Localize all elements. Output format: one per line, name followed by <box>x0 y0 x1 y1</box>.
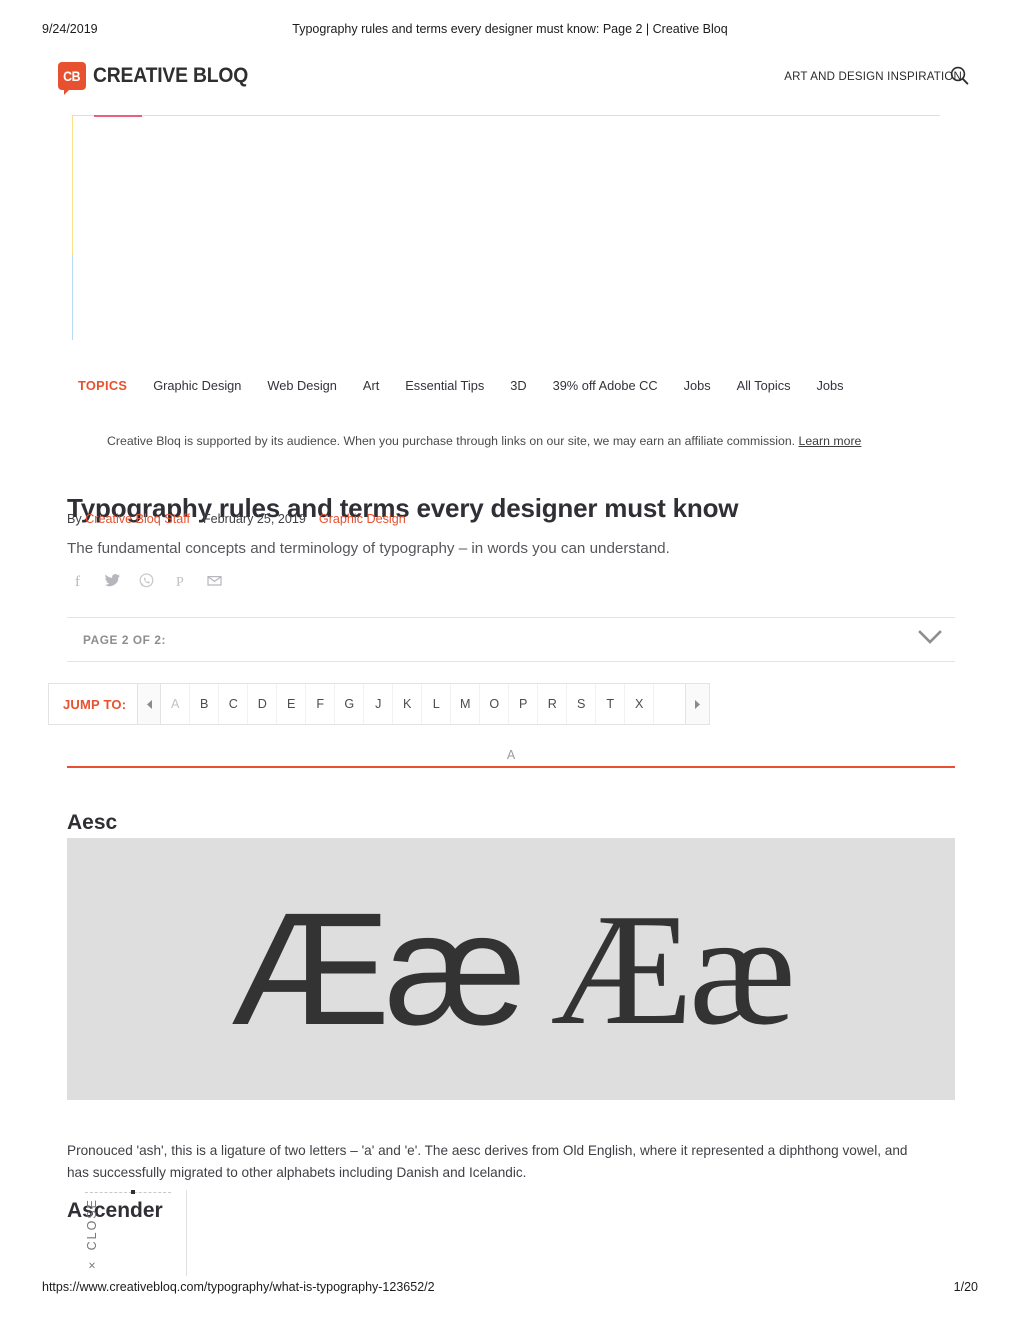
jump-to-letter-f[interactable]: F <box>306 684 336 724</box>
twitter-icon[interactable] <box>104 571 121 590</box>
jump-to-label: JUMP TO: <box>63 696 127 712</box>
ad-border-top <box>72 115 940 116</box>
affiliate-disclosure: Creative Bloq is supported by its audien… <box>107 434 861 448</box>
affiliate-learn-more-link[interactable]: Learn more <box>799 434 862 448</box>
page-selector-bar[interactable]: PAGE 2 OF 2: <box>67 617 955 662</box>
logo-wordmark: CREATIVE BLOQ <box>93 64 249 87</box>
topics-nav-item-art[interactable]: Art <box>363 378 379 393</box>
email-icon[interactable] <box>206 571 223 590</box>
svg-text:P: P <box>176 575 184 590</box>
topics-nav: TOPICS Graphic Design Web Design Art Ess… <box>78 378 870 393</box>
jump-to-letter-p[interactable]: P <box>509 684 539 724</box>
figure-glyph-sans: Ææ <box>230 879 526 1058</box>
term-figure-aesc: Ææ Ææ <box>67 838 955 1100</box>
print-page-number: 1/20 <box>953 1280 978 1294</box>
ad-border-left-lower <box>72 255 73 340</box>
term-body-aesc: Pronouced 'ash', this is a ligature of t… <box>67 1142 908 1180</box>
topics-nav-item-graphic-design[interactable]: Graphic Design <box>153 378 241 393</box>
facebook-icon[interactable]: f <box>70 571 87 590</box>
site-header: CB CREATIVE BLOQ ART AND DESIGN INSPIRAT… <box>0 58 1020 100</box>
overlay-dot <box>131 1190 135 1194</box>
pinterest-icon[interactable]: P <box>172 571 189 590</box>
jump-to-letter-e[interactable]: E <box>277 684 307 724</box>
topics-nav-item-essential-tips[interactable]: Essential Tips <box>405 378 484 393</box>
print-header: 9/24/2019 Typography rules and terms eve… <box>0 22 1020 40</box>
jump-to-letter-a[interactable]: A <box>161 684 191 724</box>
chevron-down-icon[interactable] <box>917 629 943 651</box>
section-rule <box>67 766 955 768</box>
ad-border-left-upper <box>72 115 73 255</box>
jump-to-letter-o[interactable]: O <box>480 684 510 724</box>
ad-border-accent <box>94 115 142 117</box>
byline-date: February 25, 2019 <box>202 512 306 526</box>
article-standfirst: The fundamental concepts and terminology… <box>67 540 670 557</box>
site-tagline: ART AND DESIGN INSPIRATION <box>784 71 962 83</box>
jump-to-letter-r[interactable]: R <box>538 684 568 724</box>
jump-to-letter-g[interactable]: G <box>335 684 365 724</box>
jump-to-letter-c[interactable]: C <box>219 684 249 724</box>
byline-category-link[interactable]: Graphic Design <box>319 512 406 526</box>
byline-prefix: By <box>67 512 82 526</box>
topics-nav-item-jobs-secondary[interactable]: Jobs <box>817 378 844 393</box>
topics-nav-item-jobs[interactable]: Jobs <box>684 378 711 393</box>
affiliate-disclosure-text: Creative Bloq is supported by its audien… <box>107 434 796 448</box>
logo-badge-text: CB <box>63 68 81 84</box>
jump-to-prev-button[interactable] <box>137 684 162 724</box>
jump-to-letter-l[interactable]: L <box>422 684 452 724</box>
jump-to-letter-b[interactable]: B <box>190 684 220 724</box>
print-document-title: Typography rules and terms every designe… <box>292 22 728 36</box>
overlay-dashed-line <box>85 1192 171 1193</box>
jump-to-letter-t[interactable]: T <box>596 684 626 724</box>
logo-badge-icon: CB <box>58 62 86 95</box>
topics-nav-item-3d[interactable]: 3D <box>510 378 526 393</box>
jump-to-letter-j[interactable]: J <box>364 684 394 724</box>
byline-author-link[interactable]: Creative Bloq Staff <box>85 512 190 526</box>
whatsapp-icon[interactable] <box>138 571 155 590</box>
topics-nav-item-adobe-cc-offer[interactable]: 39% off Adobe CC <box>553 378 658 393</box>
section-letter: A <box>506 748 516 762</box>
jump-to-letter-x[interactable]: X <box>625 684 655 724</box>
jump-to-letter-m[interactable]: M <box>451 684 481 724</box>
jump-to-letter-k[interactable]: K <box>393 684 423 724</box>
jump-to-next-button[interactable] <box>685 684 709 724</box>
jump-to-letter-s[interactable]: S <box>567 684 597 724</box>
term-heading-aesc: Aesc <box>67 811 118 835</box>
search-icon[interactable] <box>948 65 970 87</box>
topics-nav-label: TOPICS <box>78 378 128 393</box>
figure-glyph-serif: Ææ <box>550 880 796 1058</box>
topics-nav-item-all-topics[interactable]: All Topics <box>737 378 791 393</box>
close-label-text: CLOSE <box>85 1198 99 1251</box>
page-selector-label: PAGE 2 OF 2: <box>83 632 167 647</box>
jump-to-letter-d[interactable]: D <box>248 684 278 724</box>
close-x-icon[interactable]: × <box>85 1256 99 1272</box>
svg-text:f: f <box>75 574 80 590</box>
close-overlay-panel: × CLOSE <box>69 1190 187 1276</box>
jump-to-letter-list: A B C D E F G J K L M O P R S T X <box>161 684 685 724</box>
byline: By Creative Bloq Staff February 25, 2019… <box>67 512 406 526</box>
site-logo[interactable]: CB CREATIVE BLOQ <box>58 62 262 95</box>
section-letter-divider: A <box>67 748 955 768</box>
close-overlay-label[interactable]: × CLOSE <box>85 1198 99 1272</box>
advertisement-placeholder <box>72 115 940 340</box>
print-url: https://www.creativebloq.com/typography/… <box>42 1280 435 1294</box>
print-footer: https://www.creativebloq.com/typography/… <box>0 1280 1020 1298</box>
share-row: f P <box>70 571 223 590</box>
topics-nav-item-web-design[interactable]: Web Design <box>267 378 336 393</box>
jump-to-bar: JUMP TO: A B C D E F G J K L M O P R S T… <box>48 683 710 725</box>
